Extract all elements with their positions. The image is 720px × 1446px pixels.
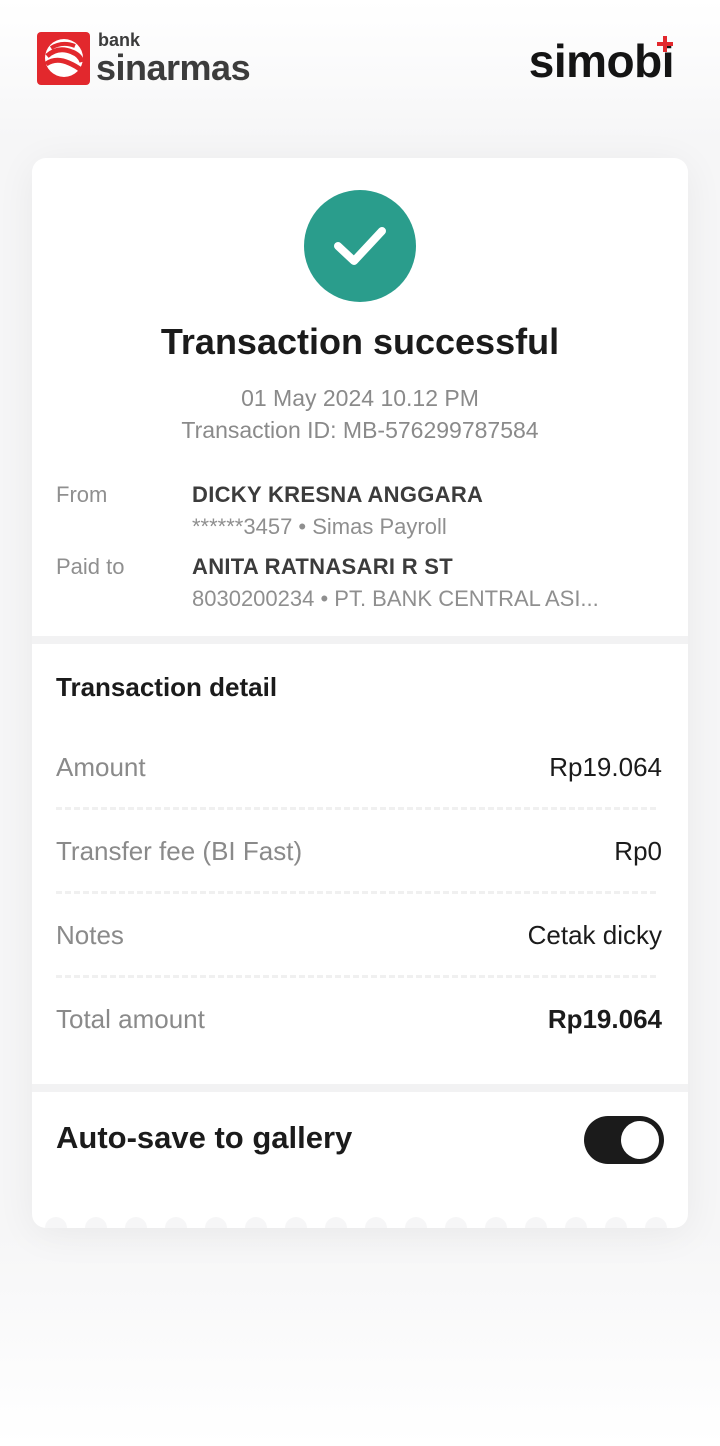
notes-value: Cetak dicky <box>527 920 662 950</box>
total-amount-label: Total amount <box>56 1004 205 1034</box>
bank-logo-small-text: bank <box>98 29 141 50</box>
amount-label: Amount <box>56 752 146 782</box>
transaction-datetime: 01 May 2024 10.12 PM <box>241 385 479 411</box>
autosave-toggle[interactable] <box>584 1116 664 1164</box>
app-header: bank sinarmas simobi <box>0 0 720 110</box>
transfer-fee-label: Transfer fee (BI Fast) <box>56 836 303 866</box>
row-divider <box>56 807 656 810</box>
from-account: ******3457 • Simas Payroll <box>192 514 447 539</box>
simobi-logo: simobi <box>528 35 675 87</box>
receipt-card: Transaction successful 01 May 2024 10.12… <box>32 158 688 1228</box>
notes-label: Notes <box>56 920 124 950</box>
from-name: DICKY KRESNA ANGGARA <box>192 482 484 507</box>
transfer-fee-value: Rp0 <box>614 836 662 866</box>
section-divider <box>32 1084 688 1092</box>
paid-to-label: Paid to <box>56 554 125 579</box>
section-divider <box>32 636 688 644</box>
paid-to-name: ANITA RATNASARI R ST <box>192 554 454 579</box>
check-icon <box>304 190 416 302</box>
paid-to-account: 8030200234 • PT. BANK CENTRAL ASI... <box>192 586 599 611</box>
transaction-status-title: Transaction successful <box>160 321 560 362</box>
bank-logo-mark-icon <box>37 31 90 85</box>
row-divider <box>56 891 656 894</box>
from-label: From <box>56 482 108 507</box>
simobi-plus-icon <box>657 36 673 52</box>
receipt-edge-decoration <box>45 1217 688 1228</box>
transaction-detail-title: Transaction detail <box>56 672 278 702</box>
bank-sinarmas-logo: bank sinarmas <box>37 29 251 88</box>
autosave-label: Auto-save to gallery <box>56 1120 353 1155</box>
transaction-id: Transaction ID: MB-576299787584 <box>181 417 539 443</box>
toggle-knob <box>621 1121 659 1159</box>
row-divider <box>56 975 656 978</box>
amount-value: Rp19.064 <box>549 752 662 782</box>
total-amount-value: Rp19.064 <box>547 1004 662 1034</box>
bank-logo-name: sinarmas <box>96 46 251 88</box>
